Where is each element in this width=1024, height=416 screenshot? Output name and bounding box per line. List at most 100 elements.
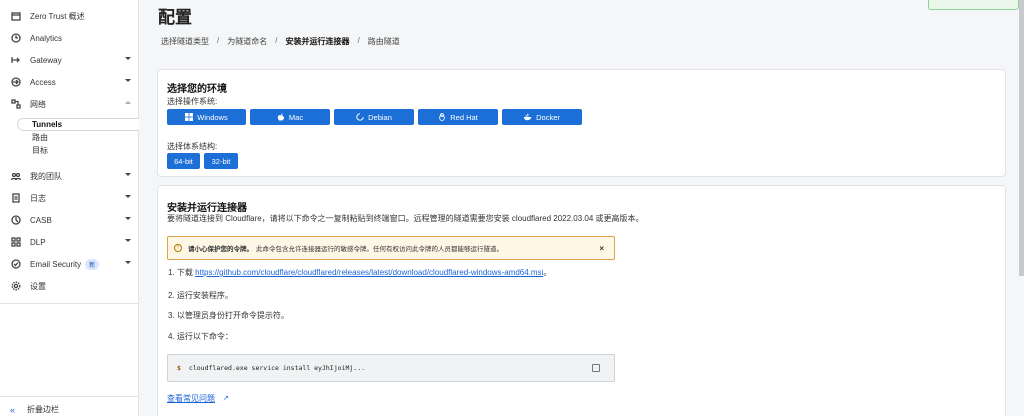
chevron-down-icon [125, 195, 131, 198]
sidebar-item-9[interactable]: Email Security 新 [0, 253, 139, 275]
docker-icon [524, 113, 532, 121]
external-link-icon: ↗ [223, 395, 229, 402]
sidebar-item-label: CASB [30, 215, 52, 225]
breadcrumb-step-4[interactable]: 路由隧道 [368, 36, 400, 47]
step-3: 3. 以管理员身份打开命令提示符。 [168, 311, 289, 320]
sidebar-subitem-2[interactable]: 目标 [0, 144, 139, 157]
install-card: 安装并运行连接器 要将隧道连接到 Cloudflare，请将以下命令之一复制粘贴… [157, 185, 1006, 416]
command-text: cloudflared.exe service install eyJhIjoi… [188, 364, 366, 372]
environment-card: 选择您的环境 选择操作系统: Windows Mac Debian Red Ha… [157, 69, 1006, 177]
download-link[interactable]: https://github.com/cloudflare/cloudflare… [195, 268, 543, 277]
windows-icon [185, 113, 194, 121]
token-warning: ! 请小心保护您的令牌。 此命令包含允许连接器运行的敏感令牌。任何有权访问此令牌… [167, 236, 615, 260]
sidebar-item-label: 网络 [30, 99, 46, 109]
sidebar: Zero Trust 概述 Analytics Gateway Access 网络 Tu… [0, 0, 139, 416]
chevron-down-icon [125, 79, 131, 82]
page-scrollbar[interactable] [1019, 0, 1024, 276]
os-button-label: Mac [288, 112, 304, 122]
step-1-prefix: 1. 下载 [168, 268, 193, 277]
new-badge: 新 [85, 258, 100, 270]
breadcrumb-step-2[interactable]: 为隧道命名 [227, 36, 267, 47]
sidebar-item-2[interactable]: Gateway [0, 49, 139, 71]
collapse-label: 折叠边栏 [27, 405, 60, 414]
notification-toast [928, 0, 1019, 10]
os-button-mac[interactable]: Mac [250, 109, 330, 125]
page-title: 配置 [158, 8, 192, 27]
breadcrumb: 选择隧道类型 / 为隧道命名 / 安装并运行连接器 / 路由隧道 [161, 36, 400, 47]
collapse-sidebar-button[interactable]: « 折叠边栏 [10, 404, 59, 415]
step-1: 1. 下载 https://github.com/cloudflare/clou… [168, 267, 551, 278]
network-icon [10, 98, 22, 110]
arch-button-64bit[interactable]: 64-bit [167, 153, 200, 169]
calendar-icon [10, 10, 22, 22]
os-button-label: Debian [368, 112, 392, 122]
os-button-label: Red Hat [450, 112, 478, 122]
sidebar-item-label: Zero Trust 概述 [30, 11, 85, 21]
linux-penguin-icon [439, 113, 446, 121]
arch-label: 选择体系结构: [167, 142, 218, 151]
step-2: 2. 运行安装程序。 [168, 291, 233, 300]
sidebar-item-4[interactable]: 网络 [0, 93, 139, 115]
step-1-suffix: 。 [543, 268, 552, 277]
breadcrumb-step-1[interactable]: 选择隧道类型 [161, 36, 209, 47]
email-security-icon [10, 258, 22, 270]
install-title: 安装并运行连接器 [167, 203, 247, 214]
login-icon [10, 76, 22, 88]
dlp-icon [10, 236, 22, 248]
sidebar-divider [0, 303, 139, 304]
chevron-up-icon [125, 101, 131, 104]
breadcrumb-step-3: 安装并运行连接器 [285, 37, 350, 46]
os-button-label: Docker [536, 112, 560, 122]
faq-link[interactable]: 查看常见问题 [167, 393, 215, 404]
info-icon: ! [174, 244, 182, 252]
sidebar-item-8[interactable]: DLP [0, 231, 139, 253]
sidebar-item-label: Gateway [30, 55, 62, 65]
debian-icon [356, 113, 364, 121]
sidebar-item-0[interactable]: Zero Trust 概述 [0, 5, 139, 27]
close-icon[interactable]: × [599, 244, 604, 253]
environment-title: 选择您的环境 [167, 84, 227, 95]
team-icon [10, 170, 22, 182]
sidebar-divider-bottom [0, 396, 139, 397]
arch-button-32bit[interactable]: 32-bit [204, 153, 238, 169]
sidebar-item-3[interactable]: Access [0, 71, 139, 93]
casb-icon [10, 214, 22, 226]
sidebar-item-label: 日志 [30, 193, 46, 203]
sidebar-item-5[interactable]: 我的团队 [0, 165, 139, 187]
chevron-down-icon [125, 217, 131, 220]
os-button-docker[interactable]: Docker [502, 109, 582, 125]
clock-icon [10, 32, 22, 44]
sidebar-item-7[interactable]: CASB [0, 209, 139, 231]
copy-icon[interactable] [592, 364, 600, 372]
warning-text: 此命令包含允许连接器运行的敏感令牌。任何有权访问此令牌的人员都能够运行隧道。 [256, 246, 503, 253]
sidebar-item-label: DLP [30, 237, 46, 247]
os-button-debian[interactable]: Debian [334, 109, 414, 125]
sidebar-item-10[interactable]: 设置 [0, 275, 139, 297]
os-button-redhat[interactable]: Red Hat [418, 109, 498, 125]
apple-icon [277, 113, 285, 121]
sidebar-subitem-0[interactable]: Tunnels [17, 118, 139, 131]
sidebar-item-6[interactable]: 日志 [0, 187, 139, 209]
breadcrumb-separator: / [275, 36, 278, 45]
breadcrumb-separator: / [357, 36, 360, 45]
install-description: 要将隧道连接到 Cloudflare，请将以下命令之一复制粘贴到终端窗口。远程管… [167, 214, 644, 223]
warning-bold: 请小心保护您的令牌。 [188, 246, 253, 253]
chevron-down-icon [125, 173, 131, 176]
os-label: 选择操作系统: [167, 97, 218, 106]
gear-icon [10, 280, 22, 292]
chevron-down-icon [125, 261, 131, 264]
log-icon [10, 192, 22, 204]
chevron-down-icon [125, 57, 131, 60]
arrow-right-icon [10, 54, 22, 66]
os-button-windows[interactable]: Windows [167, 109, 246, 125]
prompt-symbol: $ [177, 364, 181, 372]
double-chevron-left-icon: « [10, 404, 16, 415]
sidebar-item-label: 我的团队 [30, 171, 62, 181]
sidebar-item-label: Analytics [30, 33, 63, 43]
os-button-label: Windows [197, 112, 228, 122]
sidebar-item-label: Email Security [30, 259, 82, 269]
sidebar-item-1[interactable]: Analytics [0, 27, 139, 49]
breadcrumb-separator: / [217, 36, 220, 45]
chevron-down-icon [125, 239, 131, 242]
sidebar-subitem-1[interactable]: 路由 [0, 131, 139, 144]
